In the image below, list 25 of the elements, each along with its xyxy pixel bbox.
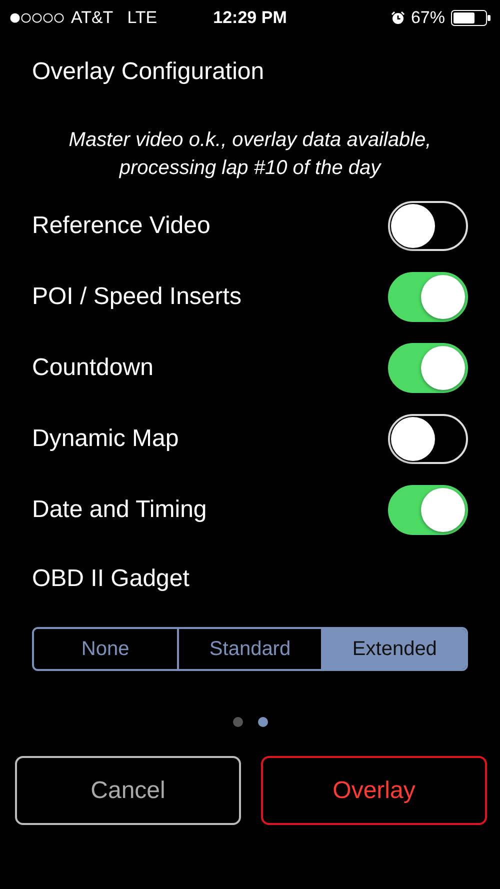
toggle-switch[interactable]	[388, 201, 468, 251]
page-dot[interactable]	[232, 717, 242, 727]
toggle-switch[interactable]	[388, 343, 468, 393]
battery-icon	[451, 10, 491, 26]
option-label: Dynamic Map	[32, 425, 179, 453]
toggle-switch[interactable]	[388, 272, 468, 322]
overlay-button[interactable]: Overlay	[261, 756, 487, 825]
gadget-label: OBD II Gadget	[31, 565, 190, 593]
segment-option[interactable]: Extended	[321, 629, 466, 669]
toggle-switch[interactable]	[388, 485, 468, 535]
carrier-label: AT&T	[71, 8, 114, 28]
network-label: LTE	[127, 8, 158, 28]
cancel-button[interactable]: Cancel	[15, 756, 241, 825]
signal-icon	[9, 12, 65, 24]
screen-title: Overlay Configuration	[31, 57, 266, 86]
option-label: POI / Speed Inserts	[32, 283, 242, 311]
alarm-clock-icon	[390, 11, 405, 25]
clock-time: 12:29 PM	[213, 8, 287, 28]
status-message: Master video o.k., overlay data available, processing lap #10 of the day	[68, 128, 432, 181]
toggle-switch[interactable]	[388, 414, 468, 464]
option-label: Countdown	[32, 354, 154, 382]
option-label: Date and Timing	[32, 496, 207, 524]
page-dot[interactable]	[258, 717, 268, 727]
option-label: Reference Video	[32, 212, 210, 240]
battery-percent: 67%	[410, 8, 445, 28]
